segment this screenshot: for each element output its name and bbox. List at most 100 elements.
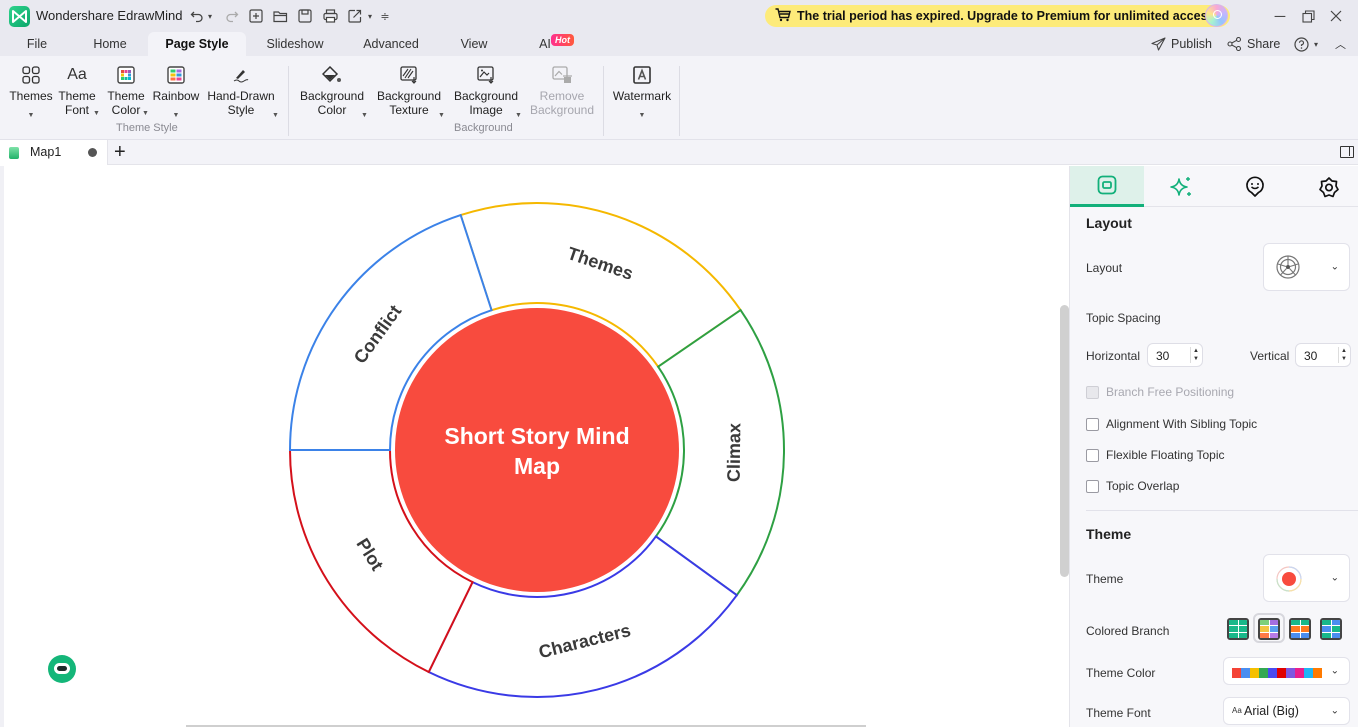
undo-dropdown-icon[interactable]: ▾ [206,7,214,25]
share-button[interactable]: Share [1227,32,1280,56]
restore-icon[interactable] [1298,6,1318,26]
font-aa-icon: Aa [1232,706,1242,715]
tab-view[interactable]: View [450,32,498,56]
remove-image-icon [526,64,598,86]
colored-branch-option-4[interactable] [1320,618,1342,640]
alignment-sibling-checkbox[interactable]: Alignment With Sibling Topic [1086,417,1257,431]
app-logo-icon [9,6,30,27]
paint-bucket-icon [298,64,366,86]
branch-free-positioning-checkbox[interactable]: Branch Free Positioning [1086,385,1234,399]
add-tab-button[interactable]: + [114,141,126,163]
checkbox-box[interactable] [1086,479,1099,493]
theme-font-value: Arial (Big) [1244,704,1299,718]
checkbox-box[interactable] [1086,417,1099,431]
theme-color-dropdown[interactable]: ⌄ [1223,657,1350,685]
layout-dropdown[interactable]: ⌄ [1263,243,1350,291]
topic-overlap-checkbox[interactable]: Topic Overlap [1086,479,1179,493]
hot-badge: Hot [551,34,574,46]
central-topic[interactable] [395,308,679,592]
theme-preview-icon [1276,566,1302,592]
minimize-icon[interactable]: ─ [1270,6,1290,26]
tab-file[interactable]: File [14,32,60,56]
vertical-spacing-value[interactable]: 30 [1304,349,1317,363]
user-avatar[interactable] [1205,4,1228,27]
branch-label-climax[interactable]: Climax [724,423,745,482]
background-color-button[interactable]: Background Color [298,64,366,117]
ribbon-separator [679,66,680,136]
image-icon [452,64,520,86]
vertical-spacing-stepper[interactable]: 30 ▲ ▼ [1295,343,1351,367]
theme-font-dropdown[interactable]: Aa Arial (Big) ⌄ [1223,697,1350,725]
stepper-arrows-icon[interactable]: ▲ ▼ [1338,347,1347,363]
flexible-floating-checkbox[interactable]: Flexible Floating Topic [1086,448,1225,462]
background-image-button[interactable]: Background Image [452,64,520,117]
new-icon[interactable] [248,7,264,25]
horizontal-spacing-stepper[interactable]: 30 ▲ ▼ [1147,343,1203,367]
theme-font-button[interactable]: Aa Theme Font [57,64,97,118]
theme-color-label: Theme Color [1086,666,1156,680]
colored-branch-option-3[interactable] [1289,618,1311,640]
close-icon[interactable] [1326,6,1346,26]
panel-tabs [1070,166,1358,207]
colored-branch-option-1[interactable] [1227,618,1249,640]
theme-font-icon: Aa [67,66,87,83]
theme-color-swatches [1232,668,1322,678]
horizontal-spacing-value[interactable]: 30 [1156,349,1169,363]
ai-sparkle-icon [1170,176,1191,196]
redo-icon[interactable] [224,7,240,25]
ribbon-separator [603,66,604,136]
theme-dropdown[interactable]: ⌄ [1263,554,1350,602]
document-tab[interactable]: Map1 [0,140,108,165]
theme-color-swatch [1304,668,1313,678]
undo-icon[interactable] [189,7,205,25]
remove-background-button[interactable]: Remove Background [526,64,598,117]
publish-button[interactable]: Publish [1151,32,1212,56]
theme-color-swatch [1232,668,1241,678]
collapse-ribbon-icon[interactable]: ︿ [1335,32,1346,56]
rainbow-button[interactable]: Rainbow ▼ [152,64,200,123]
open-icon[interactable] [272,7,288,25]
background-group-label: Background [454,122,513,134]
export-icon[interactable] [347,7,363,25]
trial-banner[interactable]: The trial period has expired. Upgrade to… [765,5,1230,27]
robot-icon [54,663,70,674]
mindmap-canvas[interactable]: Themes Climax Characters Plot Conflict Short… [0,166,1069,727]
stepper-arrows-icon[interactable]: ▲ ▼ [1190,347,1199,363]
tab-advanced[interactable]: Advanced [352,32,430,56]
colored-branch-option-2[interactable] [1258,618,1280,640]
panel-tab-settings[interactable] [1292,166,1358,207]
hand-drawn-style-button[interactable]: Hand-Drawn Style [205,64,277,117]
settings-flower-icon [1319,176,1339,197]
vertical-label: Vertical [1250,349,1290,363]
chevron-down-icon: ⌄ [1330,705,1339,717]
tab-page-style[interactable]: Page Style [148,32,246,56]
rainbow-icon [152,64,200,86]
background-texture-button[interactable]: Background Texture [375,64,443,117]
unsaved-indicator[interactable] [88,148,97,157]
document-icon [9,147,19,159]
tab-slideshow[interactable]: Slideshow [256,32,334,56]
help-button[interactable]: ▾ [1294,32,1318,56]
ai-assistant-bot-button[interactable] [48,655,76,683]
save-icon[interactable] [297,7,313,25]
checkbox-box[interactable] [1086,448,1099,462]
theme-color-button[interactable]: Theme Color [106,64,146,117]
theme-color-swatch [1268,668,1277,678]
checkbox-box[interactable] [1086,385,1099,399]
panel-tab-ai[interactable] [1144,166,1218,207]
caret-icon: ▼ [272,112,279,119]
panel-tab-format[interactable] [1070,166,1144,207]
panel-tab-mark[interactable] [1218,166,1292,207]
watermark-button[interactable]: Watermark ▼ [610,64,674,123]
app-title: Wondershare EdrawMind [36,8,183,23]
tab-home[interactable]: Home [80,32,140,56]
panel-toggle-icon[interactable] [1340,146,1354,158]
export-dropdown-icon[interactable]: ▾ [366,7,374,25]
customize-icon[interactable]: ≑ [380,7,390,25]
print-icon[interactable] [322,7,338,25]
themes-button[interactable]: Themes ▼ [8,64,54,123]
layout-label: Layout [1086,261,1123,275]
share-label: Share [1247,37,1281,51]
chevron-down-icon: ⌄ [1330,665,1339,677]
vertical-scrollbar[interactable] [1060,305,1069,577]
